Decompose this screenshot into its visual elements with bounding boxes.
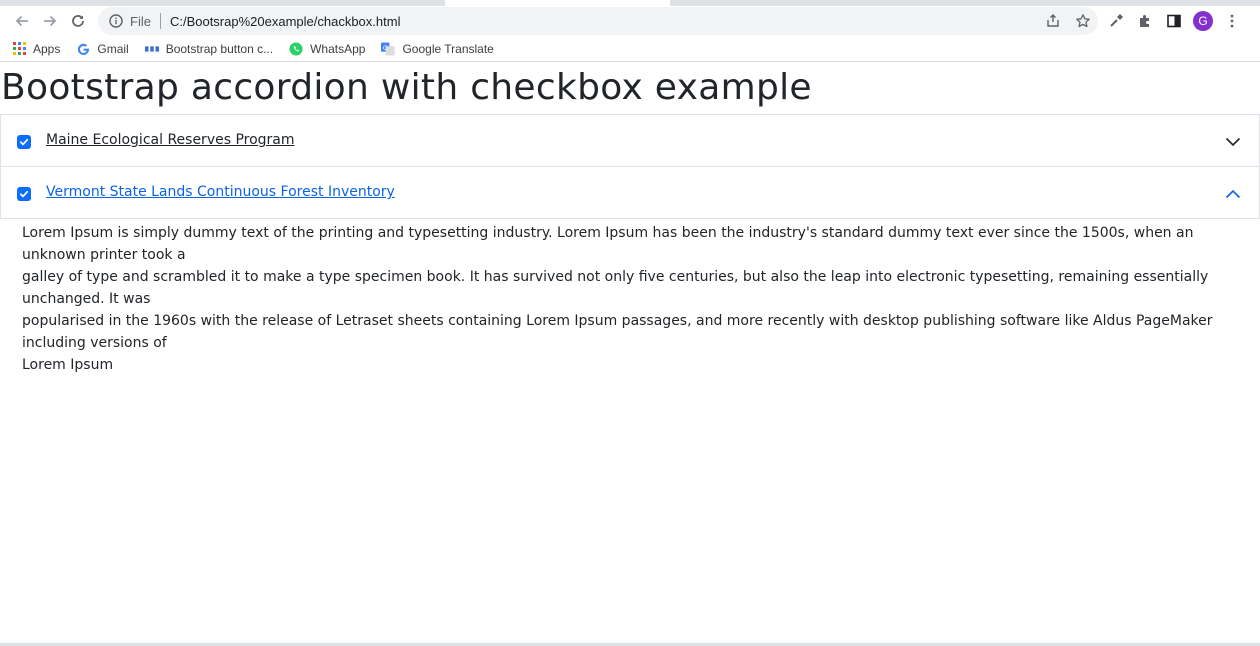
chevron-down-icon[interactable] [1225,134,1241,150]
bookmark-label: WhatsApp [310,41,366,56]
mdb-icon [144,42,159,56]
browser-toolbar: File C:/Bootsrap%20example/chackbox.html… [0,6,1260,36]
reload-icon[interactable] [64,7,92,35]
address-bar[interactable]: File C:/Bootsrap%20example/chackbox.html [98,7,1098,35]
bookmark-label: Google Translate [402,41,494,56]
svg-text:G: G [383,43,388,51]
bookmark-star-icon[interactable] [1072,10,1094,32]
eyedropper-icon[interactable] [1106,11,1126,31]
accordion-item-maine[interactable]: Maine Ecological Reserves Program [0,114,1260,167]
checkbox-checked[interactable] [17,187,31,201]
accordion-header-link[interactable]: Vermont State Lands Continuous Forest In… [46,184,395,200]
info-icon[interactable] [108,13,124,29]
address-separator [159,13,161,29]
back-arrow-icon[interactable] [8,7,36,35]
tab-strip [0,0,1260,6]
whatsapp-icon [289,42,303,56]
bookmark-gmail[interactable]: Gmail [76,41,129,56]
bookmark-label: Apps [33,41,61,56]
url-text[interactable]: C:/Bootsrap%20example/chackbox.html [170,14,401,29]
bookmark-bootstrap-button[interactable]: Bootstrap button c... [144,41,274,56]
bookmark-google-translate[interactable]: G Google Translate [381,41,494,56]
chevron-up-icon[interactable] [1225,186,1241,202]
accordion-item-vermont[interactable]: Vermont State Lands Continuous Forest In… [0,166,1260,219]
google-translate-icon: G [381,41,396,56]
profile-avatar[interactable]: G [1193,11,1213,31]
share-icon[interactable] [1042,10,1064,32]
bookmark-apps[interactable]: Apps [12,42,60,56]
forward-arrow-icon[interactable] [36,7,64,35]
scheme-label: File [130,13,151,29]
bookmark-whatsapp[interactable]: WhatsApp [289,42,365,56]
accordion-body: Lorem Ipsum is simply dummy text of the … [22,225,1213,373]
accordion: Maine Ecological Reserves Program Vermon… [0,114,1260,376]
bookmarks-bar: Apps Gmail Bootstrap button c... WhatsAp… [0,36,1260,62]
kebab-menu-icon[interactable] [1222,11,1242,31]
active-tab[interactable] [445,0,670,6]
page-content: Bootstrap accordion with checkbox exampl… [0,64,1260,376]
page-title: Bootstrap accordion with checkbox exampl… [1,67,812,108]
extensions-puzzle-icon[interactable] [1135,11,1155,31]
google-g-icon [76,42,90,56]
accordion-header-link[interactable]: Maine Ecological Reserves Program [46,132,295,148]
bookmark-label: Bootstrap button c... [165,41,274,56]
side-panel-icon[interactable] [1164,11,1184,31]
bookmark-label: Gmail [97,41,129,56]
checkbox-checked[interactable] [17,135,31,149]
apps-grid-icon [12,42,26,56]
